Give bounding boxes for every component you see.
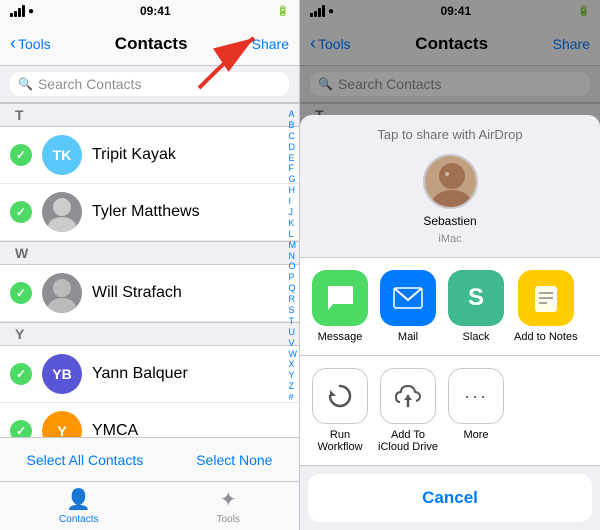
tab-contacts[interactable]: 👤 Contacts [59,487,98,525]
signal-bars [10,5,25,17]
contacts-tab-icon: 👤 [66,487,91,512]
left-alpha-index[interactable]: A B C D E F G H I J K L M N O P Q R S T … [289,110,298,403]
more-label: More [463,429,488,441]
avatar-tripit: TK [42,135,82,175]
left-status-bar: ● 09:41 🔋 [0,0,299,22]
icloud-drive-label: Add ToiCloud Drive [378,429,438,453]
left-signal: ● [10,5,34,17]
left-back-chevron: ‹ [10,33,16,54]
check-ymca [10,420,32,437]
airdrop-device-sub: iMac [438,233,461,245]
slack-app-label: Slack [463,331,490,343]
contact-tripit-kayak[interactable]: TK Tripit Kayak [0,127,299,184]
run-workflow-label: RunWorkflow [317,429,362,453]
avatar-ymca: Y [42,411,82,437]
airdrop-avatar-sebastien [423,154,478,209]
notes-app-label: Add to Notes [514,331,578,343]
left-bottom-bar: Select All Contacts Select None [0,437,299,481]
name-tyler: Tyler Matthews [92,203,200,221]
tools-tab-icon: ✦ [220,487,237,512]
icloud-drive-icon [380,368,436,424]
right-phone-panel: ● 09:41 🔋 ‹ Tools Contacts Share 🔍 Searc… [300,0,600,530]
avatar-will [42,273,82,313]
left-search-placeholder: Search Contacts [38,76,142,92]
check-tyler [10,201,32,223]
left-search-icon: 🔍 [18,77,33,91]
left-tab-bar: 👤 Contacts ✦ Tools [0,481,299,530]
airdrop-label: Tap to share with AirDrop [300,127,600,142]
left-back-label: Tools [18,36,51,52]
share-actions-row: RunWorkflow Add ToiCloud Drive ··· More [300,356,600,466]
name-yann: Yann Balquer [92,365,188,383]
share-app-message[interactable]: Message [310,270,370,343]
airdrop-device-name: Sebastien [423,214,476,228]
contact-will-strafach[interactable]: Will Strafach [0,265,299,322]
share-app-notes[interactable]: Add to Notes [514,270,578,343]
select-none-button[interactable]: Select None [196,452,272,468]
section-t-header: T [0,103,299,127]
left-phone-panel: ● 09:41 🔋 ‹ Tools Contacts Share 🔍 Searc… [0,0,300,530]
name-ymca: YMCA [92,422,138,437]
section-y-header: Y [0,322,299,346]
left-nav-bar: ‹ Tools Contacts Share [0,22,299,66]
mail-app-icon [380,270,436,326]
tab-tools[interactable]: ✦ Tools [217,487,240,525]
run-workflow-icon [312,368,368,424]
slack-app-icon: S [448,270,504,326]
notes-app-icon [518,270,574,326]
share-apps-row: Message Mail S Slack [300,257,600,356]
contact-ymca[interactable]: Y YMCA [0,403,299,437]
cancel-button[interactable]: Cancel [308,474,592,522]
select-all-button[interactable]: Select All Contacts [26,452,143,468]
more-icon: ··· [448,368,504,424]
share-sheet-overlay: Tap to share with AirDrop Sebastien iMac [300,0,600,530]
mail-app-label: Mail [398,331,418,343]
name-will: Will Strafach [92,284,182,302]
message-app-label: Message [318,331,363,343]
name-tripit: Tripit Kayak [92,146,176,164]
left-search-bar: 🔍 Search Contacts [0,66,299,103]
check-will [10,282,32,304]
left-back-button[interactable]: ‹ Tools [10,33,51,54]
left-search-inner: 🔍 Search Contacts [10,72,289,96]
left-nav-title: Contacts [115,34,188,54]
action-icloud-drive[interactable]: Add ToiCloud Drive [378,368,438,453]
check-yann [10,363,32,385]
airdrop-device-sebastien[interactable]: Sebastien iMac [423,154,478,245]
airdrop-devices: Sebastien iMac [300,154,600,257]
contact-tyler-matthews[interactable]: Tyler Matthews [0,184,299,241]
left-battery: 🔋 [277,6,289,17]
share-sheet: Tap to share with AirDrop Sebastien iMac [300,115,600,530]
share-app-mail[interactable]: Mail [378,270,438,343]
avatar-tyler [42,192,82,232]
message-app-icon [312,270,368,326]
check-tripit [10,144,32,166]
avatar-yann: YB [42,354,82,394]
left-time: 09:41 [140,4,171,18]
left-share-button[interactable]: Share [252,36,289,52]
share-app-slack[interactable]: S Slack [446,270,506,343]
contact-yann[interactable]: YB Yann Balquer [0,346,299,403]
section-w-header: W [0,241,299,265]
contacts-tab-label: Contacts [59,514,98,525]
tools-tab-label: Tools [217,514,240,525]
action-more[interactable]: ··· More [446,368,506,453]
action-run-workflow[interactable]: RunWorkflow [310,368,370,453]
left-contacts-list: T TK Tripit Kayak Tyler Matthews W [0,103,299,437]
